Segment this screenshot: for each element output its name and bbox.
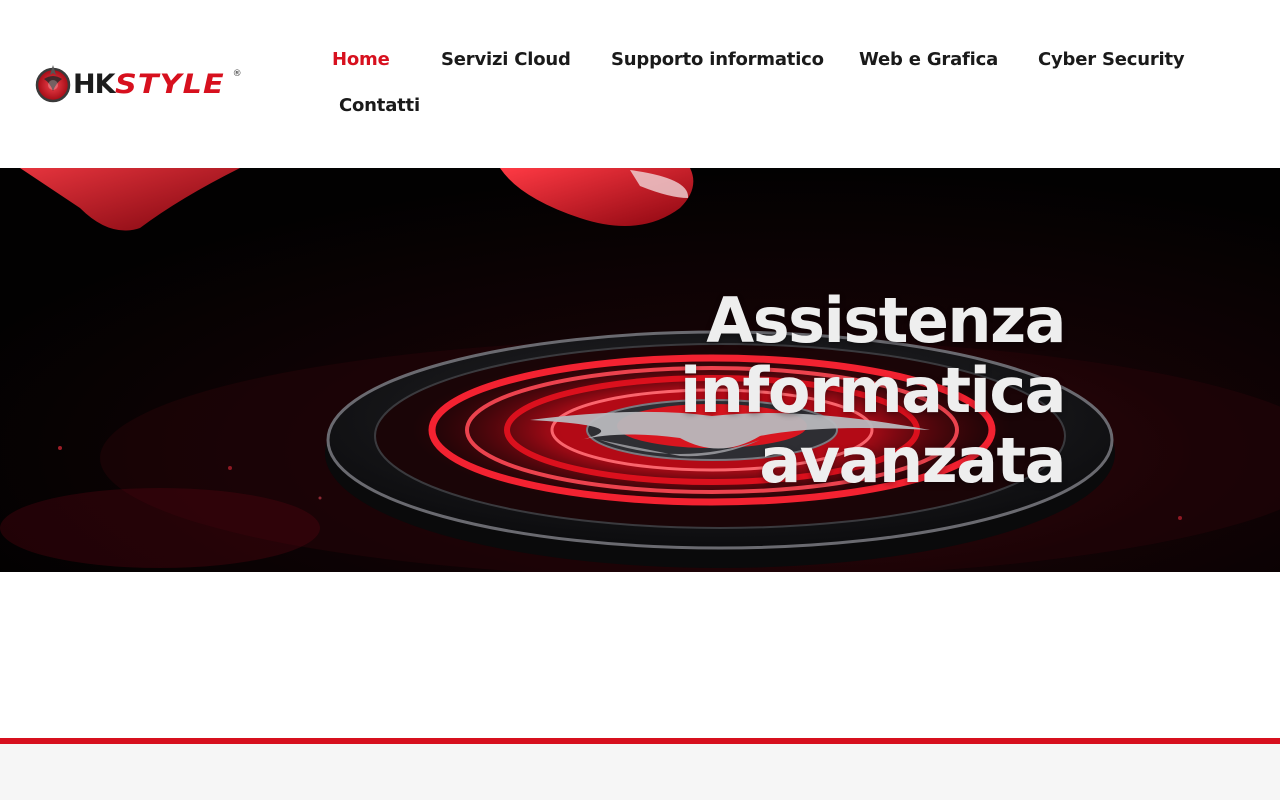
nav-supporto-informatico[interactable]: Supporto informatico bbox=[611, 49, 824, 70]
hero-title-line-3: avanzata bbox=[759, 424, 1066, 497]
hero-title-line-2: informatica bbox=[680, 354, 1066, 427]
logo-registered-mark: ® bbox=[232, 69, 242, 79]
nav-contatti[interactable]: Contatti bbox=[339, 95, 420, 116]
hero-background-image bbox=[0, 168, 1280, 572]
hero-banner: Assistenza informatica avanzata bbox=[0, 168, 1280, 572]
next-section-band bbox=[0, 744, 1280, 800]
nav-web-e-grafica[interactable]: Web e Grafica bbox=[859, 49, 998, 70]
nav-cyber-security[interactable]: Cyber Security bbox=[1038, 49, 1185, 70]
hero-title: Assistenza informatica avanzata bbox=[680, 284, 1066, 497]
nav-servizi-cloud[interactable]: Servizi Cloud bbox=[441, 49, 571, 70]
hero-title-line-1: Assistenza bbox=[706, 284, 1066, 357]
nav-home[interactable]: Home bbox=[332, 49, 390, 70]
logo-text-style: STYLE bbox=[114, 68, 225, 100]
logo-text-hk: HK bbox=[73, 68, 116, 100]
site-logo[interactable]: HK STYLE ® bbox=[34, 58, 284, 110]
hk-emblem-icon bbox=[35, 65, 71, 103]
site-header: HK STYLE ® Home Servizi Cloud Supporto i… bbox=[0, 0, 1280, 168]
